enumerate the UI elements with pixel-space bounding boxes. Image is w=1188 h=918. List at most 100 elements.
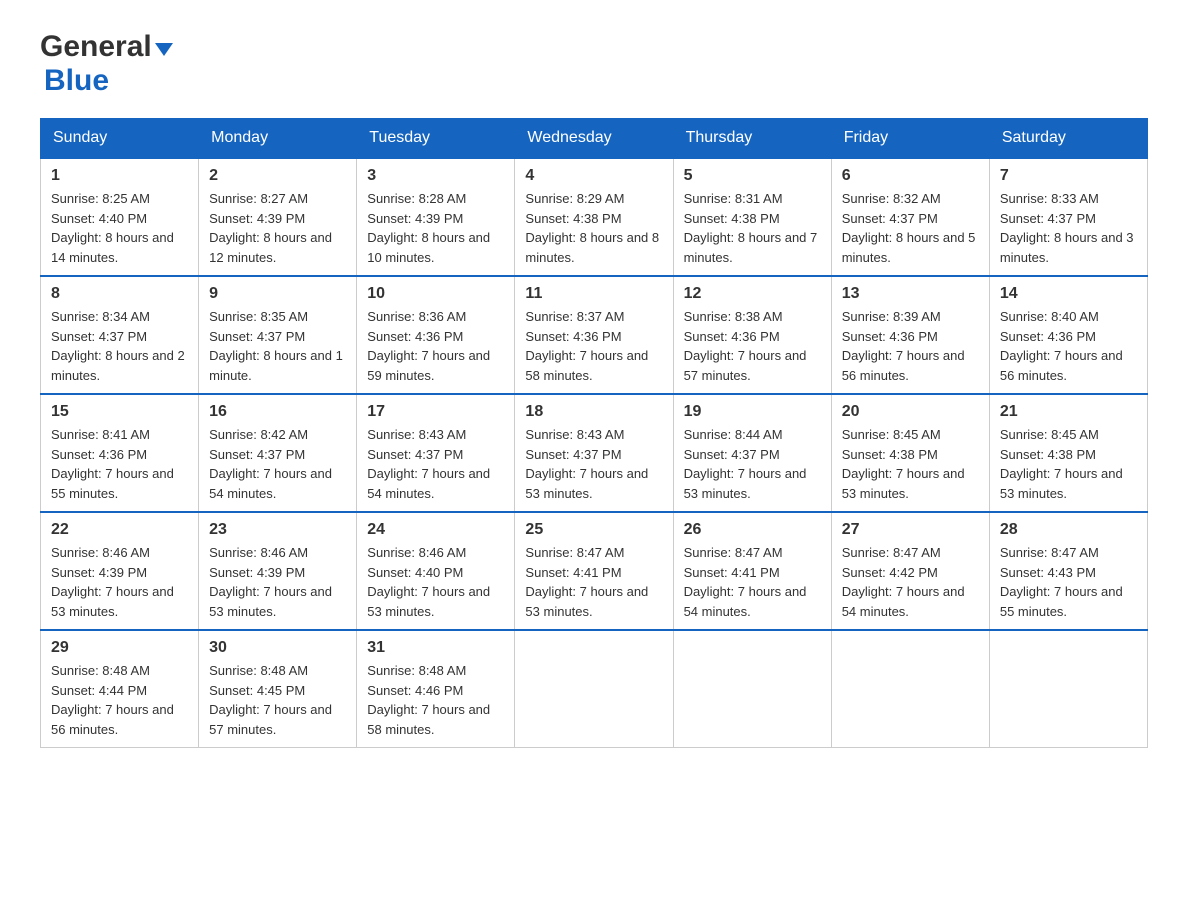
day-number: 2: [209, 167, 346, 185]
calendar-cell: 23 Sunrise: 8:46 AMSunset: 4:39 PMDaylig…: [199, 512, 357, 630]
day-number: 29: [51, 639, 188, 657]
day-number: 4: [525, 167, 662, 185]
day-number: 19: [684, 403, 821, 421]
day-number: 3: [367, 167, 504, 185]
calendar-cell: [831, 630, 989, 748]
calendar-cell: 21 Sunrise: 8:45 AMSunset: 4:38 PMDaylig…: [989, 394, 1147, 512]
day-of-week-header: Thursday: [673, 119, 831, 159]
calendar-cell: 16 Sunrise: 8:42 AMSunset: 4:37 PMDaylig…: [199, 394, 357, 512]
calendar-cell: 22 Sunrise: 8:46 AMSunset: 4:39 PMDaylig…: [41, 512, 199, 630]
day-info: Sunrise: 8:48 AMSunset: 4:46 PMDaylight:…: [367, 663, 490, 737]
day-number: 14: [1000, 285, 1137, 303]
week-row: 1 Sunrise: 8:25 AMSunset: 4:40 PMDayligh…: [41, 158, 1148, 276]
day-info: Sunrise: 8:32 AMSunset: 4:37 PMDaylight:…: [842, 191, 976, 265]
day-info: Sunrise: 8:43 AMSunset: 4:37 PMDaylight:…: [367, 427, 490, 501]
day-info: Sunrise: 8:41 AMSunset: 4:36 PMDaylight:…: [51, 427, 174, 501]
day-info: Sunrise: 8:36 AMSunset: 4:36 PMDaylight:…: [367, 309, 490, 383]
day-number: 5: [684, 167, 821, 185]
calendar-cell: [515, 630, 673, 748]
calendar-cell: 19 Sunrise: 8:44 AMSunset: 4:37 PMDaylig…: [673, 394, 831, 512]
week-row: 22 Sunrise: 8:46 AMSunset: 4:39 PMDaylig…: [41, 512, 1148, 630]
day-info: Sunrise: 8:48 AMSunset: 4:44 PMDaylight:…: [51, 663, 174, 737]
week-row: 8 Sunrise: 8:34 AMSunset: 4:37 PMDayligh…: [41, 276, 1148, 394]
calendar-cell: 14 Sunrise: 8:40 AMSunset: 4:36 PMDaylig…: [989, 276, 1147, 394]
calendar-cell: 9 Sunrise: 8:35 AMSunset: 4:37 PMDayligh…: [199, 276, 357, 394]
day-info: Sunrise: 8:31 AMSunset: 4:38 PMDaylight:…: [684, 191, 818, 265]
calendar-cell: 3 Sunrise: 8:28 AMSunset: 4:39 PMDayligh…: [357, 158, 515, 276]
week-row: 29 Sunrise: 8:48 AMSunset: 4:44 PMDaylig…: [41, 630, 1148, 748]
day-number: 16: [209, 403, 346, 421]
day-number: 1: [51, 167, 188, 185]
calendar-header-row: SundayMondayTuesdayWednesdayThursdayFrid…: [41, 119, 1148, 159]
day-number: 13: [842, 285, 979, 303]
day-info: Sunrise: 8:37 AMSunset: 4:36 PMDaylight:…: [525, 309, 648, 383]
day-number: 9: [209, 285, 346, 303]
day-info: Sunrise: 8:34 AMSunset: 4:37 PMDaylight:…: [51, 309, 185, 383]
day-number: 18: [525, 403, 662, 421]
day-info: Sunrise: 8:27 AMSunset: 4:39 PMDaylight:…: [209, 191, 332, 265]
day-info: Sunrise: 8:33 AMSunset: 4:37 PMDaylight:…: [1000, 191, 1134, 265]
week-row: 15 Sunrise: 8:41 AMSunset: 4:36 PMDaylig…: [41, 394, 1148, 512]
calendar-cell: 24 Sunrise: 8:46 AMSunset: 4:40 PMDaylig…: [357, 512, 515, 630]
day-info: Sunrise: 8:28 AMSunset: 4:39 PMDaylight:…: [367, 191, 490, 265]
logo: General Blue: [40, 30, 173, 98]
day-number: 21: [1000, 403, 1137, 421]
day-of-week-header: Saturday: [989, 119, 1147, 159]
day-info: Sunrise: 8:47 AMSunset: 4:43 PMDaylight:…: [1000, 545, 1123, 619]
day-number: 22: [51, 521, 188, 539]
day-info: Sunrise: 8:44 AMSunset: 4:37 PMDaylight:…: [684, 427, 807, 501]
calendar-cell: 4 Sunrise: 8:29 AMSunset: 4:38 PMDayligh…: [515, 158, 673, 276]
day-info: Sunrise: 8:43 AMSunset: 4:37 PMDaylight:…: [525, 427, 648, 501]
day-info: Sunrise: 8:47 AMSunset: 4:41 PMDaylight:…: [525, 545, 648, 619]
day-number: 6: [842, 167, 979, 185]
day-number: 8: [51, 285, 188, 303]
calendar-cell: 11 Sunrise: 8:37 AMSunset: 4:36 PMDaylig…: [515, 276, 673, 394]
calendar-cell: 6 Sunrise: 8:32 AMSunset: 4:37 PMDayligh…: [831, 158, 989, 276]
day-number: 30: [209, 639, 346, 657]
day-info: Sunrise: 8:46 AMSunset: 4:39 PMDaylight:…: [51, 545, 174, 619]
calendar-cell: 1 Sunrise: 8:25 AMSunset: 4:40 PMDayligh…: [41, 158, 199, 276]
day-number: 12: [684, 285, 821, 303]
day-info: Sunrise: 8:48 AMSunset: 4:45 PMDaylight:…: [209, 663, 332, 737]
day-of-week-header: Monday: [199, 119, 357, 159]
calendar-cell: 20 Sunrise: 8:45 AMSunset: 4:38 PMDaylig…: [831, 394, 989, 512]
calendar-cell: 18 Sunrise: 8:43 AMSunset: 4:37 PMDaylig…: [515, 394, 673, 512]
day-number: 23: [209, 521, 346, 539]
day-number: 10: [367, 285, 504, 303]
calendar-cell: 26 Sunrise: 8:47 AMSunset: 4:41 PMDaylig…: [673, 512, 831, 630]
calendar-cell: 27 Sunrise: 8:47 AMSunset: 4:42 PMDaylig…: [831, 512, 989, 630]
calendar-cell: 2 Sunrise: 8:27 AMSunset: 4:39 PMDayligh…: [199, 158, 357, 276]
calendar-cell: 7 Sunrise: 8:33 AMSunset: 4:37 PMDayligh…: [989, 158, 1147, 276]
day-info: Sunrise: 8:47 AMSunset: 4:41 PMDaylight:…: [684, 545, 807, 619]
calendar-cell: 12 Sunrise: 8:38 AMSunset: 4:36 PMDaylig…: [673, 276, 831, 394]
calendar-cell: 29 Sunrise: 8:48 AMSunset: 4:44 PMDaylig…: [41, 630, 199, 748]
day-info: Sunrise: 8:46 AMSunset: 4:40 PMDaylight:…: [367, 545, 490, 619]
day-number: 20: [842, 403, 979, 421]
calendar-cell: 28 Sunrise: 8:47 AMSunset: 4:43 PMDaylig…: [989, 512, 1147, 630]
day-info: Sunrise: 8:25 AMSunset: 4:40 PMDaylight:…: [51, 191, 174, 265]
day-info: Sunrise: 8:46 AMSunset: 4:39 PMDaylight:…: [209, 545, 332, 619]
day-number: 31: [367, 639, 504, 657]
calendar-cell: 25 Sunrise: 8:47 AMSunset: 4:41 PMDaylig…: [515, 512, 673, 630]
logo-text-general: General: [40, 30, 152, 64]
calendar-cell: 15 Sunrise: 8:41 AMSunset: 4:36 PMDaylig…: [41, 394, 199, 512]
day-number: 26: [684, 521, 821, 539]
day-info: Sunrise: 8:35 AMSunset: 4:37 PMDaylight:…: [209, 309, 343, 383]
calendar-cell: 30 Sunrise: 8:48 AMSunset: 4:45 PMDaylig…: [199, 630, 357, 748]
day-number: 28: [1000, 521, 1137, 539]
logo-arrow-icon: [155, 43, 173, 56]
calendar-cell: 13 Sunrise: 8:39 AMSunset: 4:36 PMDaylig…: [831, 276, 989, 394]
logo-text-blue: Blue: [44, 64, 109, 98]
calendar-cell: 31 Sunrise: 8:48 AMSunset: 4:46 PMDaylig…: [357, 630, 515, 748]
day-number: 15: [51, 403, 188, 421]
day-info: Sunrise: 8:39 AMSunset: 4:36 PMDaylight:…: [842, 309, 965, 383]
day-number: 11: [525, 285, 662, 303]
calendar-table: SundayMondayTuesdayWednesdayThursdayFrid…: [40, 118, 1148, 748]
day-info: Sunrise: 8:42 AMSunset: 4:37 PMDaylight:…: [209, 427, 332, 501]
day-info: Sunrise: 8:47 AMSunset: 4:42 PMDaylight:…: [842, 545, 965, 619]
calendar-cell: 5 Sunrise: 8:31 AMSunset: 4:38 PMDayligh…: [673, 158, 831, 276]
day-info: Sunrise: 8:29 AMSunset: 4:38 PMDaylight:…: [525, 191, 659, 265]
day-number: 17: [367, 403, 504, 421]
calendar-cell: 8 Sunrise: 8:34 AMSunset: 4:37 PMDayligh…: [41, 276, 199, 394]
day-of-week-header: Tuesday: [357, 119, 515, 159]
